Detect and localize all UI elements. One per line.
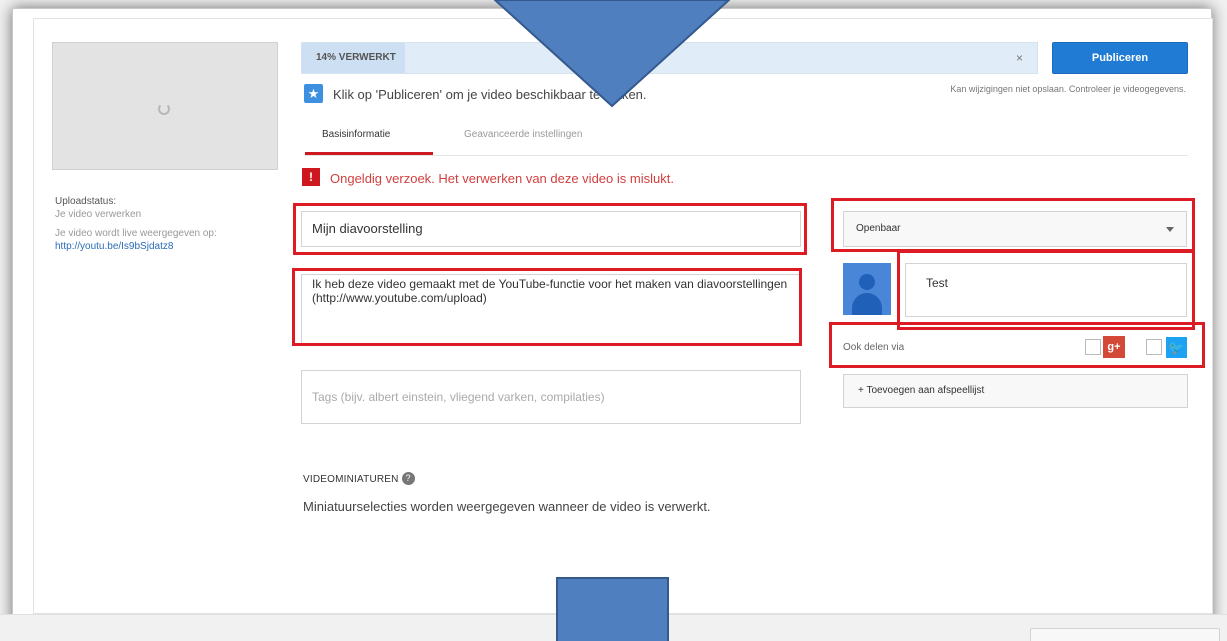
upload-status-sidebar: Uploadstatus: Je video verwerken Je vide… xyxy=(55,195,275,253)
tab-divider xyxy=(305,155,1188,156)
highlight-privacy xyxy=(831,198,1195,252)
thumbnails-heading-text: VIDEOMINIATUREN xyxy=(303,474,399,485)
highlight-share-message xyxy=(897,250,1195,330)
avatar-icon xyxy=(843,263,891,315)
highlight-description xyxy=(292,268,802,346)
error-icon: ! xyxy=(302,168,320,186)
close-icon[interactable]: × xyxy=(1016,51,1023,65)
upload-status-label: Uploadstatus: xyxy=(55,196,117,207)
bottom-right-button[interactable] xyxy=(1030,628,1220,641)
tab-basic-info[interactable]: Basisinformatie xyxy=(322,129,390,140)
highlight-share-via xyxy=(829,322,1205,368)
save-warning: Kan wijzigingen niet opslaan. Controleer… xyxy=(950,84,1186,94)
upload-status-processing: Je video verwerken xyxy=(55,209,142,220)
arrow-block-icon xyxy=(556,577,669,641)
upload-status-live: Je video wordt live weergegeven op: xyxy=(55,228,217,239)
avatar-head xyxy=(859,274,875,290)
help-icon[interactable]: ? xyxy=(401,472,415,485)
video-thumbnail xyxy=(52,42,278,170)
publish-button[interactable]: Publiceren xyxy=(1052,42,1188,74)
avatar-body xyxy=(852,293,882,315)
tags-input[interactable]: Tags (bijv. albert einstein, vliegend va… xyxy=(301,370,801,424)
tab-advanced-settings[interactable]: Geavanceerde instellingen xyxy=(464,129,582,140)
thumbnails-message: Miniatuurselecties worden weergegeven wa… xyxy=(303,499,711,514)
add-to-playlist-button[interactable]: + Toevoegen aan afspeellijst xyxy=(843,374,1188,408)
spinner-icon xyxy=(158,103,170,115)
video-link[interactable]: http://youtu.be/Is9bSjdatz8 xyxy=(55,240,275,253)
highlight-title xyxy=(293,203,807,255)
thumbnails-heading: VIDEOMINIATUREN? xyxy=(303,472,415,485)
active-tab-indicator xyxy=(305,152,433,155)
star-icon: ★ xyxy=(304,84,323,103)
progress-text: 14% VERWERKT xyxy=(316,52,396,63)
arrow-down-icon xyxy=(493,0,731,108)
error-message: Ongeldig verzoek. Het verwerken van deze… xyxy=(330,171,674,186)
